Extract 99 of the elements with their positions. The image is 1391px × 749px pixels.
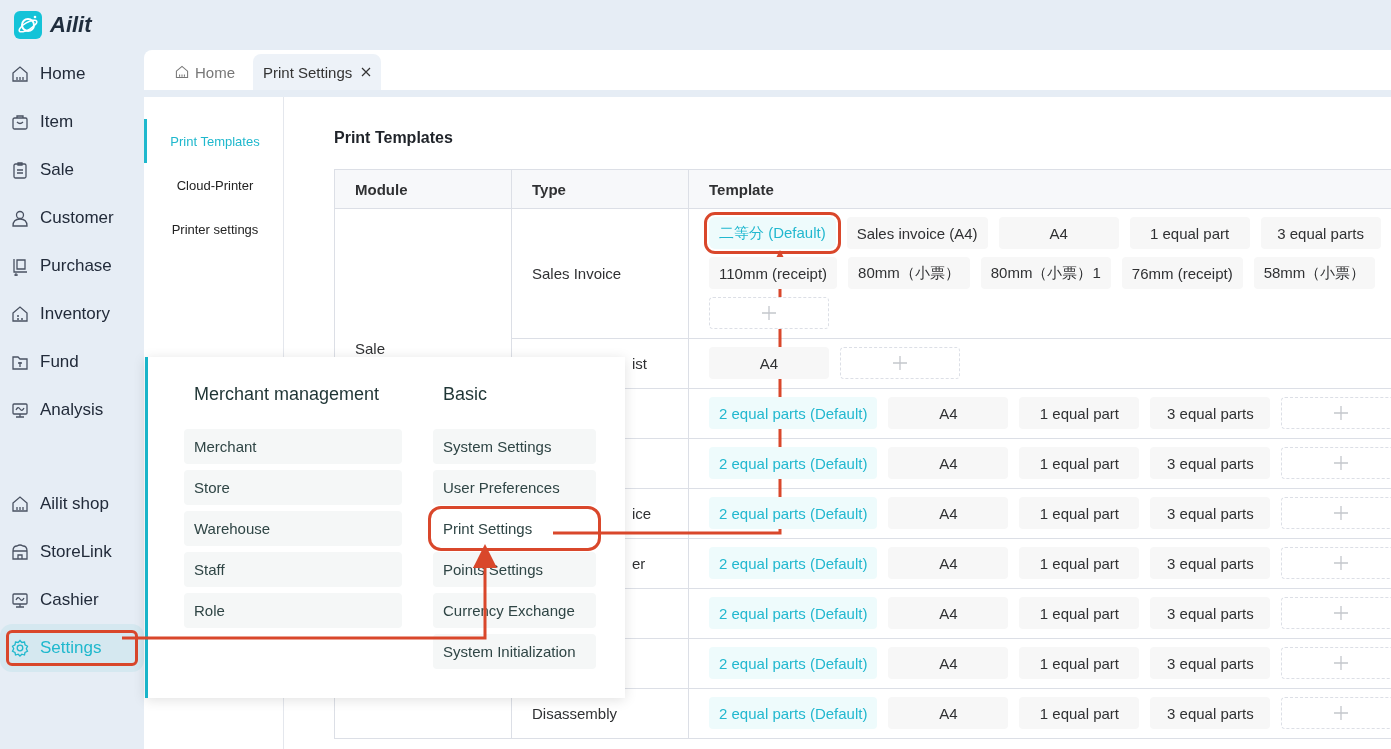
- nav-item[interactable]: Fund: [0, 338, 144, 386]
- plus-icon: [1333, 455, 1350, 471]
- menu-item[interactable]: Staff: [184, 552, 402, 587]
- type-name: Disassembly: [532, 705, 618, 722]
- nav-item[interactable]: StoreLink: [0, 528, 144, 576]
- plus-icon: [1333, 605, 1350, 621]
- template-chip[interactable]: 3 equal parts: [1150, 697, 1271, 729]
- module-name: Sale: [355, 340, 386, 357]
- menu-item[interactable]: Store: [184, 470, 402, 505]
- template-chip[interactable]: 1 equal part: [1019, 397, 1140, 429]
- template-chip[interactable]: 1 equal part: [1019, 547, 1140, 579]
- menu-heading: Merchant management: [194, 384, 381, 406]
- template-chip[interactable]: 3 equal parts: [1150, 397, 1271, 429]
- template-chip[interactable]: 1 equal part: [1019, 447, 1140, 479]
- add-template-button[interactable]: [1281, 697, 1391, 729]
- menu-item[interactable]: System Initialization: [433, 634, 596, 669]
- column-header: Type: [511, 169, 689, 209]
- add-template-button[interactable]: [1281, 597, 1391, 629]
- template-chip[interactable]: 80mm（小票）: [848, 257, 970, 289]
- template-chip[interactable]: 110mm (receipt): [709, 257, 838, 289]
- template-chip[interactable]: 1 equal part: [1019, 647, 1140, 679]
- plus-icon: [1333, 655, 1350, 671]
- monitor-icon: [10, 400, 30, 420]
- column-header: Module: [334, 169, 512, 209]
- close-icon[interactable]: [361, 67, 372, 77]
- add-template-button[interactable]: [1281, 547, 1391, 579]
- add-template-button[interactable]: [840, 347, 960, 379]
- menu-item[interactable]: Merchant: [184, 429, 402, 464]
- nav-item[interactable]: Sale: [0, 146, 144, 194]
- template-chip[interactable]: 1 equal part: [1019, 697, 1140, 729]
- nav-item[interactable]: Ailit shop: [0, 480, 144, 528]
- template-chip[interactable]: A4: [998, 217, 1119, 249]
- nav-item[interactable]: Inventory: [0, 290, 144, 338]
- template-chip[interactable]: 3 equal parts: [1150, 547, 1271, 579]
- template-chip[interactable]: 1 equal part: [1129, 217, 1250, 249]
- template-chip[interactable]: A4: [709, 347, 829, 379]
- add-template-button[interactable]: [1281, 497, 1391, 529]
- sub-nav-item[interactable]: Printer settings: [144, 207, 283, 251]
- plus-icon: [892, 355, 908, 371]
- column-header: Template: [688, 169, 1391, 209]
- menu-item[interactable]: System Settings: [433, 429, 596, 464]
- add-template-button[interactable]: [1281, 397, 1391, 429]
- menu-heading: Basic: [443, 384, 488, 406]
- menu-item[interactable]: Role: [184, 593, 402, 628]
- tab-label: Home: [195, 63, 235, 81]
- template-chip[interactable]: 1 equal part: [1019, 497, 1140, 529]
- template-chip[interactable]: 58mm（小票）: [1253, 257, 1376, 289]
- nav-item[interactable]: Cashier: [0, 576, 144, 624]
- nav-item[interactable]: Analysis: [0, 386, 144, 434]
- warehouse-icon: [10, 304, 30, 324]
- template-chip[interactable]: 3 equal parts: [1260, 217, 1381, 249]
- person-icon: [10, 208, 30, 228]
- tab[interactable]: Print Settings: [253, 54, 382, 90]
- menu-item[interactable]: Warehouse: [184, 511, 402, 546]
- template-chip[interactable]: 80mm（小票）1: [980, 257, 1111, 289]
- plus-icon: [1333, 555, 1350, 571]
- settings-icon: [10, 638, 30, 658]
- template-chip[interactable]: 3 equal parts: [1150, 447, 1271, 479]
- sub-nav-item[interactable]: Cloud-Printer: [144, 163, 283, 207]
- nav-item[interactable]: Home: [0, 50, 144, 98]
- template-chip[interactable]: 1 equal part: [1019, 597, 1140, 629]
- nav-item[interactable]: Purchase: [0, 242, 144, 290]
- menu-item[interactable]: User Preferences: [433, 470, 596, 505]
- type-name: ist: [631, 355, 647, 372]
- plus-icon: [761, 305, 777, 321]
- template-chip[interactable]: A4: [888, 497, 1009, 529]
- nav-item[interactable]: Customer: [0, 194, 144, 242]
- bag-icon: [10, 112, 30, 132]
- add-template-button[interactable]: [709, 297, 829, 329]
- tab[interactable]: Home: [164, 54, 245, 90]
- type-name: ice: [631, 505, 652, 522]
- template-chip[interactable]: 3 equal parts: [1150, 497, 1271, 529]
- template-chip[interactable]: A4: [888, 697, 1009, 729]
- template-chip[interactable]: Sales invoice (A4): [846, 217, 988, 249]
- template-chip[interactable]: A4: [888, 547, 1009, 579]
- template-chip[interactable]: 76mm (receipt): [1121, 257, 1243, 289]
- store-icon: [10, 542, 30, 562]
- monitor-icon: [10, 590, 30, 610]
- template-chip[interactable]: A4: [888, 447, 1009, 479]
- template-chip[interactable]: 3 equal parts: [1150, 597, 1271, 629]
- app-title: Ailit: [50, 12, 92, 38]
- plus-icon: [1333, 705, 1350, 721]
- logo-icon: [14, 11, 42, 39]
- plus-icon: [1333, 505, 1350, 521]
- type-name: Sales Invoice: [532, 265, 622, 282]
- template-chip[interactable]: A4: [888, 597, 1009, 629]
- home-icon: [174, 64, 190, 80]
- template-chip[interactable]: A4: [888, 647, 1009, 679]
- add-template-button[interactable]: [1281, 647, 1391, 679]
- plus-icon: [1333, 405, 1350, 421]
- page-title: Print Templates: [334, 129, 454, 147]
- home-icon: [10, 64, 30, 84]
- clipboard-icon: [10, 160, 30, 180]
- tab-label: Print Settings: [263, 63, 353, 81]
- template-chip[interactable]: A4: [888, 397, 1009, 429]
- house-icon: [10, 494, 30, 514]
- template-chip[interactable]: 3 equal parts: [1150, 647, 1271, 679]
- add-template-button[interactable]: [1281, 447, 1391, 479]
- nav-item[interactable]: Item: [0, 98, 144, 146]
